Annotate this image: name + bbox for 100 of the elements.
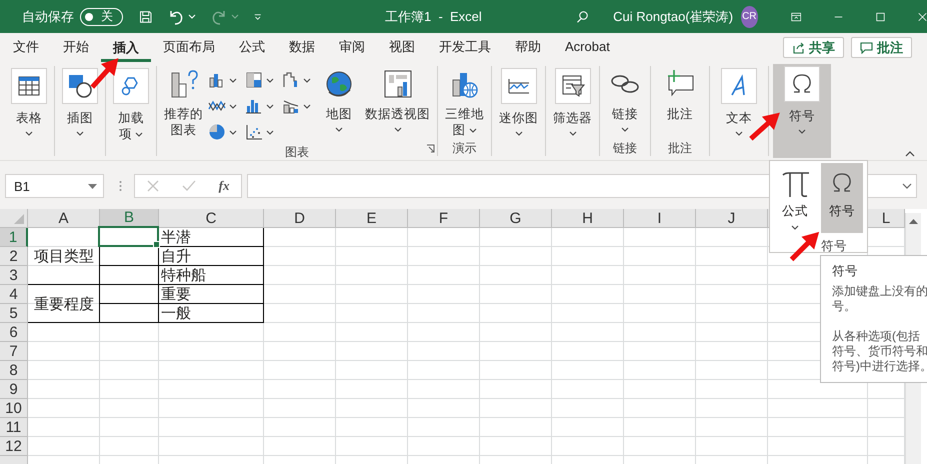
column-header[interactable]: E: [336, 209, 408, 228]
table-cell[interactable]: 半潜: [159, 228, 264, 247]
menu-tab[interactable]: 视图: [377, 33, 427, 62]
treemap-icon: [245, 71, 263, 89]
caret-icon: [266, 104, 274, 108]
slicer-button[interactable]: 筛选器: [550, 66, 595, 156]
column-header[interactable]: F: [408, 209, 480, 228]
menu-tab[interactable]: 帮助: [503, 33, 553, 62]
row-header[interactable]: 6: [0, 323, 28, 342]
symbols-button[interactable]: 符号: [773, 64, 831, 158]
group-label: 图表: [285, 144, 309, 160]
row-header[interactable]: 9: [0, 380, 28, 399]
group-label: 批注: [668, 140, 692, 156]
caret-icon: [266, 130, 274, 134]
share-button[interactable]: 共享: [783, 37, 844, 58]
tooltip-text: 从各种选项(包括: [832, 329, 921, 344]
column-header[interactable]: H: [552, 209, 624, 228]
cell-cursor[interactable]: [98, 226, 159, 247]
row-header[interactable]: 8: [0, 361, 28, 380]
autosave-label: 自动保存: [22, 8, 74, 26]
column-header[interactable]: I: [624, 209, 696, 228]
group-label: 链接: [613, 140, 637, 156]
tooltip-text: 添加键盘上没有的: [832, 284, 927, 299]
waterfall-chart-icon: [282, 71, 300, 89]
grip-icon: [119, 180, 122, 192]
row-header[interactable]: 11: [0, 418, 28, 437]
link-button[interactable]: 链接: [604, 66, 646, 140]
table-cell[interactable]: 重要: [159, 285, 264, 304]
caret-icon: [229, 130, 237, 134]
column-header[interactable]: D: [264, 209, 336, 228]
pie-chart-icon: [208, 123, 226, 141]
row-header[interactable]: 1: [0, 228, 28, 247]
equation-button[interactable]: 公式: [774, 163, 816, 233]
comments-button[interactable]: 批注: [851, 37, 912, 58]
3d-map-button[interactable]: 三维地 图: [442, 66, 487, 140]
table-cell[interactable]: 自升: [159, 247, 264, 266]
ribbon-display-icon[interactable]: [790, 10, 802, 22]
table-cell[interactable]: 项目类型: [28, 228, 100, 285]
column-header[interactable]: J: [696, 209, 768, 228]
caret-icon: [229, 78, 237, 82]
share-icon: [792, 41, 805, 54]
menu-tab[interactable]: 数据: [277, 33, 327, 62]
menu-tab[interactable]: 文件: [1, 33, 51, 62]
menu-tab[interactable]: 审阅: [327, 33, 377, 62]
caret-icon: [266, 78, 274, 82]
group-label: 符号: [821, 238, 847, 255]
row-header[interactable]: 5: [0, 304, 28, 323]
caret-icon: [303, 104, 311, 108]
column-header[interactable]: A: [28, 209, 100, 228]
pivot-chart-icon: [382, 68, 414, 100]
tooltip-title: 符号: [832, 264, 859, 279]
comment-icon: [860, 41, 873, 54]
map-chart-button[interactable]: 地图: [318, 66, 360, 144]
column-header[interactable]: G: [480, 209, 552, 228]
histogram-icon: [245, 97, 263, 115]
user-name: Cui Rongtao(崔荣涛): [613, 8, 734, 26]
row-header[interactable]: 7: [0, 342, 28, 361]
maximize-icon[interactable]: [876, 10, 885, 22]
column-header[interactable]: C: [159, 209, 264, 228]
customize-icon[interactable]: [254, 12, 262, 22]
sparklines-button[interactable]: 迷你图: [496, 66, 541, 156]
column-header[interactable]: L: [868, 209, 905, 228]
autosave-toggle[interactable]: 关: [80, 8, 123, 26]
launcher-icon[interactable]: [426, 144, 435, 153]
table-cell[interactable]: 一般: [159, 304, 264, 323]
scatter-chart-icon: [245, 123, 263, 141]
row-header[interactable]: 2: [0, 247, 28, 266]
row-header[interactable]: 10: [0, 399, 28, 418]
caret-icon: [303, 78, 311, 82]
comment-button[interactable]: 批注: [655, 66, 705, 140]
collapse-ribbon-icon[interactable]: [905, 151, 915, 157]
close-icon[interactable]: [918, 10, 927, 22]
table-cell[interactable]: 特种船: [159, 266, 264, 285]
table-button[interactable]: 表格: [8, 66, 50, 156]
tooltip-text: 符号)中进行选择。: [832, 359, 927, 374]
add-ins-button[interactable]: 加载 项: [110, 66, 152, 156]
row-header[interactable]: 4: [0, 285, 28, 304]
tooltip-text: 符号、货币符号和: [832, 344, 927, 359]
menu-tab[interactable]: 页面布局: [151, 33, 227, 62]
user-avatar[interactable]: CR: [741, 6, 758, 28]
scroll-up-icon[interactable]: [909, 219, 918, 224]
menu-tab[interactable]: 开始: [51, 33, 101, 62]
menu-tab[interactable]: 公式: [227, 33, 277, 62]
row-header[interactable]: 12: [0, 437, 28, 456]
tooltip-text: 号。: [832, 299, 857, 314]
window-title: 工作簿1 - Excel: [384, 8, 483, 26]
illustrations-button[interactable]: 插图: [59, 66, 101, 156]
menu-tab[interactable]: Acrobat: [553, 33, 622, 62]
pivot-chart-button[interactable]: 数据透视图: [362, 66, 433, 144]
group-label: 演示: [452, 140, 476, 156]
menu-tab[interactable]: 开发工具: [427, 33, 503, 62]
text-button[interactable]: 文本: [714, 66, 764, 156]
fill-handle[interactable]: [153, 241, 160, 248]
recommended-charts-button[interactable]: 推荐的 图表: [161, 66, 206, 144]
row-header[interactable]: 3: [0, 266, 28, 285]
expand-icon[interactable]: [902, 183, 912, 189]
name-box[interactable]: B1: [5, 174, 104, 198]
table-cell[interactable]: 重要程度: [28, 285, 100, 323]
symbols-button[interactable]: 符号: [821, 163, 863, 233]
caret-icon: [229, 104, 237, 108]
